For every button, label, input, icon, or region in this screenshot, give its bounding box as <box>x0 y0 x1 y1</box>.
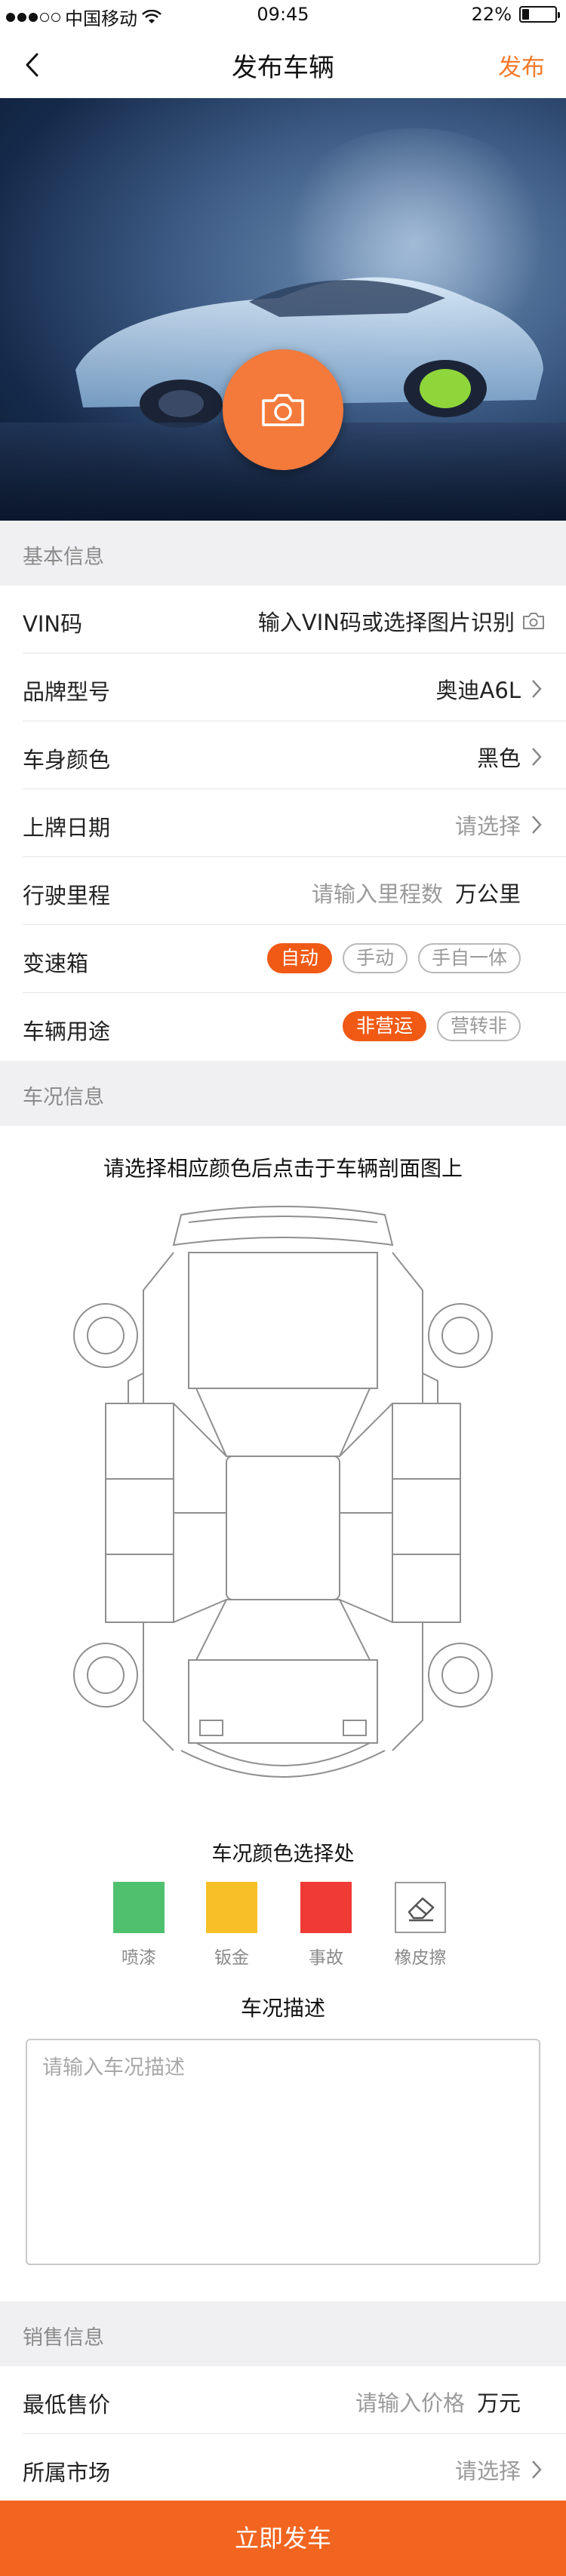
row-label: 变速箱 <box>23 951 89 976</box>
condition-instruction: 请选择相应颜色后点击于车辆剖面图上 <box>103 1156 463 1181</box>
vin-input[interactable]: 输入VIN码或选择图片识别 <box>258 605 515 637</box>
gearbox-option-semi[interactable]: 手自一体 <box>417 943 521 973</box>
row-label: 品牌型号 <box>23 679 111 705</box>
reg-date-select[interactable]: 请选择 <box>455 809 521 841</box>
row-label: 车身颜色 <box>23 747 111 773</box>
swatch-accident[interactable] <box>300 1882 352 1933</box>
swatch-sheet-metal[interactable] <box>206 1882 257 1933</box>
section-header-sales: 销售信息 <box>0 2301 566 2366</box>
usage-option-non-commercial[interactable]: 非营运 <box>342 1011 426 1041</box>
swatch-eraser[interactable] <box>395 1882 446 1933</box>
mileage-unit: 万公里 <box>454 881 521 907</box>
palette-title: 车况颜色选择处 <box>211 1843 355 1866</box>
chevron-right-icon <box>532 816 542 834</box>
swatch-label-sheet-metal: 钣金 <box>214 1948 249 1968</box>
row-usage: 车辆用途 非营运 营转非 <box>0 993 566 1061</box>
row-brand[interactable]: 品牌型号 奥迪A6L <box>0 653 566 721</box>
row-label: 最低售价 <box>23 2392 111 2418</box>
row-label: 所属市场 <box>23 2460 111 2485</box>
row-label: 行驶里程 <box>23 883 111 908</box>
page-title: 发布车辆 <box>232 53 334 83</box>
swatch-label-paint: 喷漆 <box>122 1948 156 1968</box>
section-header-basic: 基本信息 <box>0 521 566 586</box>
section-header-condition: 车况信息 <box>0 1061 566 1126</box>
nav-bar: 发布车辆 发布 <box>0 30 566 98</box>
market-select[interactable]: 请选择 <box>455 2454 521 2485</box>
row-vin[interactable]: VIN码 输入VIN码或选择图片识别 <box>0 586 566 653</box>
swatch-paint[interactable] <box>113 1882 165 1933</box>
section-title: 销售信息 <box>23 2326 104 2350</box>
brand-value: 奥迪A6L <box>435 678 521 703</box>
chevron-right-icon <box>532 680 542 698</box>
status-right: 22% <box>471 4 560 25</box>
status-bar: 中国移动 09:45 22% <box>0 0 566 30</box>
camera-icon <box>262 394 304 426</box>
swatch-label-accident: 事故 <box>309 1948 343 1968</box>
camera-icon[interactable] <box>522 612 545 630</box>
row-gearbox: 变速箱 自动 手动 手自一体 <box>0 925 566 993</box>
condition-description-input[interactable] <box>26 2039 540 2265</box>
description-title: 车况描述 <box>240 1996 325 2021</box>
row-color[interactable]: 车身颜色 黑色 <box>0 721 566 789</box>
publish-button[interactable]: 发布 <box>498 48 545 82</box>
price-unit: 万元 <box>476 2390 521 2416</box>
chevron-right-icon <box>532 2461 542 2479</box>
vehicle-photo[interactable] <box>0 98 566 521</box>
section-title: 基本信息 <box>23 546 104 569</box>
mileage-input[interactable]: 请输入里程数 <box>312 877 443 908</box>
price-input[interactable]: 请输入价格 <box>355 2386 465 2418</box>
battery-icon <box>519 6 560 23</box>
color-value: 黑色 <box>476 745 521 771</box>
upload-photo-button[interactable] <box>223 349 343 470</box>
row-label: 车辆用途 <box>23 1019 111 1044</box>
submit-button[interactable]: 立即发车 <box>0 2501 566 2576</box>
row-market[interactable]: 所属市场 请选择 <box>0 2434 566 2502</box>
swatch-label-eraser: 橡皮擦 <box>394 1948 447 1968</box>
row-label: 上牌日期 <box>23 815 111 841</box>
battery-percent: 22% <box>471 4 512 25</box>
gearbox-option-auto[interactable]: 自动 <box>266 943 332 973</box>
row-mileage: 行驶里程 请输入里程数 万公里 <box>0 857 566 925</box>
row-min-price: 最低售价 请输入价格 万元 <box>0 2366 566 2434</box>
car-body-diagram[interactable] <box>60 1200 506 1803</box>
eraser-icon <box>408 1897 435 1922</box>
row-label: VIN码 <box>23 611 83 637</box>
chevron-right-icon <box>532 748 542 766</box>
usage-option-converted[interactable]: 营转非 <box>436 1011 521 1041</box>
row-reg-date[interactable]: 上牌日期 请选择 <box>0 789 566 857</box>
gearbox-option-manual[interactable]: 手动 <box>342 943 408 973</box>
section-title: 车况信息 <box>23 1086 104 1109</box>
